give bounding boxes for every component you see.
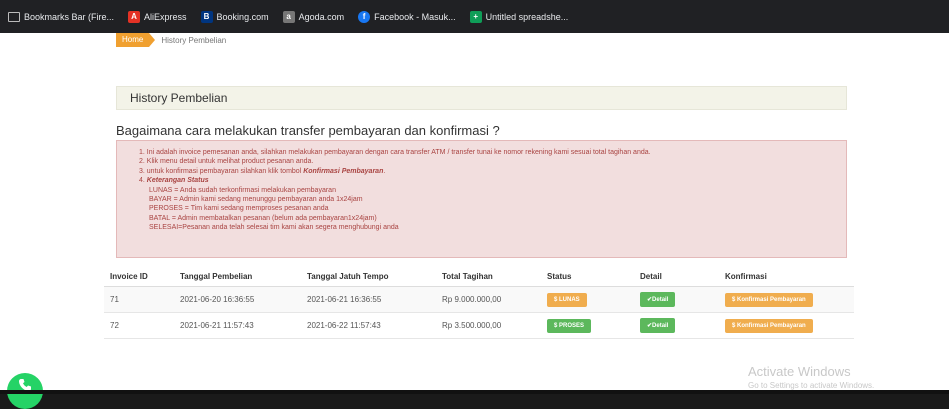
cell-konfirmasi: $ Konfirmasi Pembayaran <box>719 312 854 339</box>
bookmarks-bar: Bookmarks Bar (Fire... A AliExpress B Bo… <box>0 0 949 33</box>
breadcrumb-home[interactable]: Home <box>116 33 156 47</box>
breadcrumb-current: History Pembelian <box>161 35 227 45</box>
watermark-subtitle: Go to Settings to activate Windows. <box>748 381 875 390</box>
bookmark-label: AliExpress <box>144 11 187 22</box>
cell-total: Rp 3.500.000,00 <box>436 312 541 339</box>
table-row: 71 2021-06-20 16:36:55 2021-06-21 16:36:… <box>104 286 854 313</box>
page-content: Home History Pembelian History Pembelian… <box>0 33 949 390</box>
header-konfirmasi: Konfirmasi <box>719 266 854 287</box>
status-lunas-text: LUNAS = Anda sudah terkonfirmasi melakuk… <box>149 186 336 194</box>
instruction-text: 4. <box>139 177 147 185</box>
cell-status: $ PROSES <box>541 312 634 339</box>
cell-tanggal: 2021-06-21 11:57:43 <box>174 312 301 339</box>
cell-tanggal: 2021-06-20 16:36:55 <box>174 286 301 313</box>
page-title-text: History Pembelian <box>130 91 228 105</box>
activate-windows-watermark: Activate Windows Go to Settings to activ… <box>748 364 874 390</box>
status-badge[interactable]: $ PROSES <box>547 318 592 333</box>
header-tanggal-jatuh-tempo: Tanggal Jatuh Tempo <box>301 266 436 287</box>
cell-invoice-id: 72 <box>104 312 174 339</box>
page-title: History Pembelian <box>116 86 847 110</box>
instruction-line-4: 4. Keterangan Status <box>139 176 846 185</box>
instruction-line-2: 2. Klik menu detail untuk melihat produc… <box>139 158 314 166</box>
cell-status: $ LUNAS <box>541 286 634 313</box>
bookmark-folder[interactable]: Bookmarks Bar (Fire... <box>8 11 115 22</box>
bookmark-aliexpress[interactable]: A AliExpress <box>128 10 187 23</box>
watermark-title: Activate Windows <box>748 364 851 379</box>
instruction-line-3: 3. untuk konfirmasi pembayaran silahkan … <box>139 167 846 176</box>
bookmark-label: Facebook - Masuk... <box>374 11 456 22</box>
cell-invoice-id: 71 <box>104 286 174 313</box>
konfirmasi-button[interactable]: $ Konfirmasi Pembayaran <box>725 318 813 333</box>
question-heading: Bagaimana cara melakukan transfer pembay… <box>116 123 500 138</box>
detail-button[interactable]: ✔Detail <box>640 318 676 333</box>
booking-icon: B <box>200 10 213 23</box>
cell-detail: ✔Detail <box>634 312 719 339</box>
bookmark-spreadsheet[interactable]: + Untitled spreadshe... <box>469 10 569 23</box>
facebook-icon: f <box>358 10 371 23</box>
bookmark-label: Untitled spreadshe... <box>485 11 569 22</box>
cell-total: Rp 9.000.000,00 <box>436 286 541 313</box>
bookmark-label: Booking.com <box>216 11 269 22</box>
status-badge[interactable]: $ LUNAS <box>547 292 587 307</box>
cell-jatuh-tempo: 2021-06-22 11:57:43 <box>301 312 436 339</box>
header-tanggal-pembelian: Tanggal Pembelian <box>174 266 301 287</box>
instruction-line-1: 1. Ini adalah invoice pemesanan anda, si… <box>139 149 651 156</box>
cell-detail: ✔Detail <box>634 286 719 313</box>
instruction-emphasis: Keterangan Status <box>146 177 209 185</box>
instruction-text: . <box>383 167 386 175</box>
table-row: 72 2021-06-21 11:57:43 2021-06-22 11:57:… <box>104 312 854 339</box>
instructions-alert: 1. Ini adalah invoice pemesanan anda, si… <box>116 140 847 258</box>
bookmark-label: Agoda.com <box>298 11 345 22</box>
sheets-icon: + <box>469 10 482 23</box>
status-batal-text: BATAL = Admin membatalkan pesanan (belum… <box>149 214 377 222</box>
konfirmasi-button[interactable]: $ Konfirmasi Pembayaran <box>725 292 813 307</box>
bookmark-label: Bookmarks Bar (Fire... <box>24 11 115 22</box>
header-detail: Detail <box>634 266 719 287</box>
bookmark-facebook[interactable]: f Facebook - Masuk... <box>358 10 456 23</box>
detail-button[interactable]: ✔Detail <box>640 292 676 307</box>
status-selesai-text: SELESAI=Pesanan anda telah selesai tim k… <box>149 224 399 232</box>
bookmark-agoda[interactable]: a Agoda.com <box>282 10 345 23</box>
agoda-icon: a <box>282 10 295 23</box>
breadcrumb: Home History Pembelian <box>116 33 226 47</box>
header-status: Status <box>541 266 634 287</box>
status-peroses-text: PEROSES = Tim kami sedang memproses pesa… <box>149 205 329 213</box>
folder-icon <box>8 11 20 22</box>
status-bayar-text: BAYAR = Admin kami sedang menunggu pemba… <box>149 196 363 204</box>
aliexpress-icon: A <box>128 10 141 23</box>
cell-jatuh-tempo: 2021-06-21 16:36:55 <box>301 286 436 313</box>
cell-konfirmasi: $ Konfirmasi Pembayaran <box>719 286 854 313</box>
instruction-emphasis: Konfirmasi Pembayaran <box>303 167 384 175</box>
table-header-row: Invoice ID Tanggal Pembelian Tanggal Jat… <box>104 266 854 287</box>
header-invoice-id: Invoice ID <box>104 266 174 287</box>
taskbar-edge <box>0 390 949 394</box>
instruction-text: 3. untuk konfirmasi pembayaran silahkan … <box>139 167 304 175</box>
bookmark-booking[interactable]: B Booking.com <box>200 10 269 23</box>
invoice-table: Invoice ID Tanggal Pembelian Tanggal Jat… <box>104 266 854 339</box>
header-total-tagihan: Total Tagihan <box>436 266 541 287</box>
